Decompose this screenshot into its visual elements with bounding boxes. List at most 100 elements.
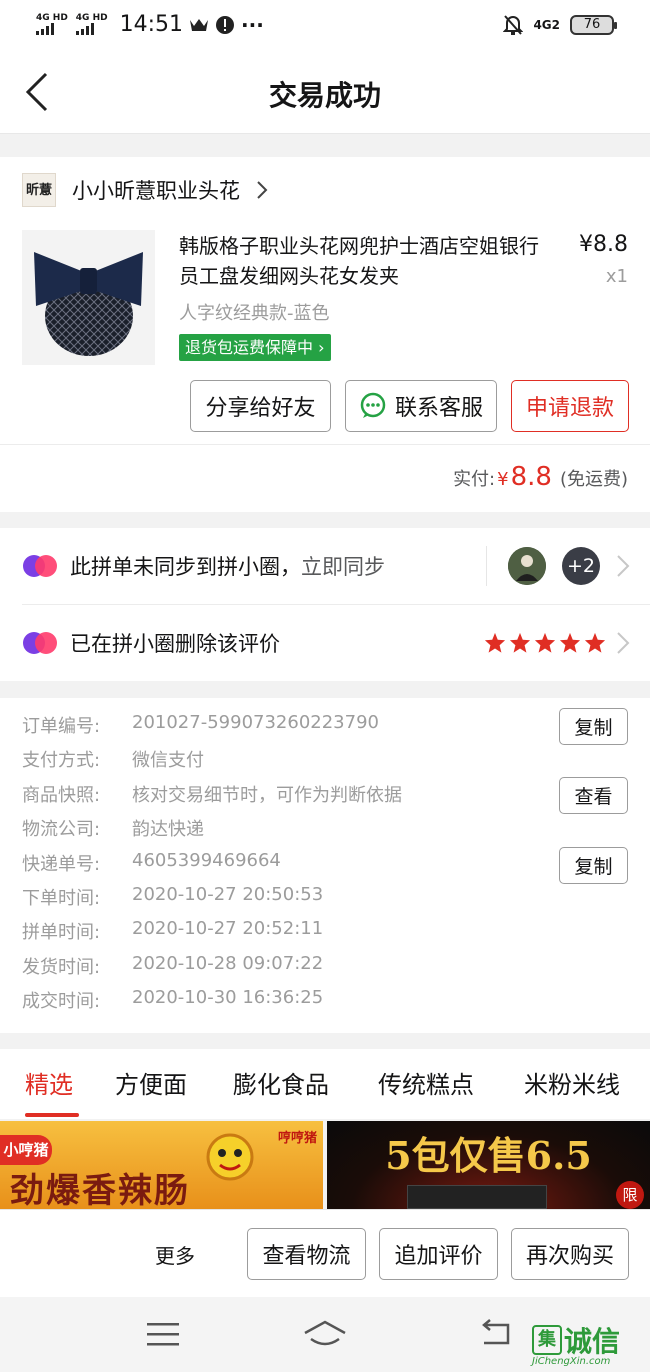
divider	[0, 444, 650, 445]
clock: 14:51	[119, 12, 183, 37]
order-info-value: 韵达快递	[132, 819, 204, 840]
pxq-review-text: 已在拼小圈删除该评价	[70, 632, 280, 656]
tab-pastries[interactable]: 传统糕点	[378, 1065, 474, 1100]
rating-stars	[484, 632, 606, 654]
add-review-button[interactable]: 追加评价	[379, 1228, 498, 1280]
banner-corner-text: 哼哼猪	[277, 1131, 317, 1146]
tab-indicator	[25, 1113, 79, 1117]
watermark-box: 集	[532, 1325, 562, 1355]
copy-tracking-number-button[interactable]: 复制	[559, 847, 628, 884]
order-info-row: 成交时间: 2020-10-30 16:36:25	[22, 987, 323, 1013]
pxq-sync-text: 此拼单未同步到拼小圈，	[70, 555, 301, 579]
tab-featured[interactable]: 精选	[25, 1065, 73, 1100]
home-icon[interactable]	[303, 1319, 347, 1349]
order-info-row: 支付方式: 微信支付	[22, 746, 204, 772]
avatar	[508, 547, 546, 585]
menu-icon[interactable]	[147, 1321, 179, 1347]
watermark-url: JiChengXin.com	[532, 1356, 611, 1367]
star-icon	[534, 632, 556, 653]
order-info-value: 2020-10-28 09:07:22	[132, 953, 324, 974]
order-info-value: 核对交易细节时，可作为判断依据	[132, 785, 402, 806]
paid-amount: 实付: ¥ 8.8 (免运费)	[453, 462, 628, 492]
tab-instant-noodles[interactable]: 方便面	[115, 1065, 187, 1100]
back-nav-icon[interactable]	[480, 1319, 512, 1347]
watermark: 集 诚信 JiChengXin.com	[532, 1320, 644, 1368]
product-quantity: x1	[605, 266, 628, 287]
order-info-label: 成交时间:	[22, 991, 101, 1012]
order-info-value: 201027-599073260223790	[132, 712, 379, 733]
sync-now-link[interactable]: 立即同步	[301, 555, 385, 579]
nav-bar: 交易成功	[0, 52, 650, 134]
watermark-logo: 集 诚信	[532, 1320, 620, 1360]
guarantee-badge[interactable]: 退货包运费保障中 ›	[179, 334, 331, 361]
copy-order-number-button[interactable]: 复制	[559, 708, 628, 745]
order-info-label: 订单编号:	[22, 716, 101, 737]
bottom-action-bar: 更多 查看物流 追加评价 再次购买	[0, 1209, 650, 1297]
battery-level: 76	[583, 17, 601, 32]
product-banner-left[interactable]: 小哼猪 劲爆香辣肠 哼哼猪	[0, 1121, 323, 1209]
order-info-label: 商品快照:	[22, 785, 101, 806]
product-name[interactable]: 韩版格子职业头花网兜护士酒店空姐银行员工盘发细网头花女发夹	[179, 231, 549, 291]
pxq-logo-icon	[23, 555, 57, 577]
order-info-row: 快递单号: 4605399469664	[22, 850, 281, 876]
guarantee-label: 退货包运费保障中	[185, 338, 314, 357]
paid-currency: ¥	[497, 469, 509, 490]
order-info-value: 4605399469664	[132, 850, 281, 871]
chevron-right-icon	[617, 555, 630, 577]
pxq-review-row[interactable]: 已在拼小圈删除该评价	[0, 605, 650, 681]
order-card: 昕薏 小小昕薏职业头花 韩版格子职业头花网兜护士酒店空姐银行员工盘发细网头花女发…	[0, 157, 650, 512]
mascot-icon	[206, 1133, 254, 1181]
avatar-more: +2	[562, 547, 600, 585]
pxq-logo-icon	[23, 632, 57, 654]
order-info-label: 支付方式:	[22, 750, 101, 771]
share-button[interactable]: 分享给好友	[190, 380, 331, 432]
star-icon	[484, 632, 506, 653]
banner-headline: 5包仅售6.5	[385, 1133, 592, 1178]
order-info-label: 拼单时间:	[22, 922, 101, 943]
refund-button[interactable]: 申请退款	[511, 380, 629, 432]
order-info-row: 物流公司: 韵达快递	[22, 815, 204, 841]
pxq-sync-row[interactable]: 此拼单未同步到拼小圈，立即同步 +2	[0, 528, 650, 604]
contact-service-label: 联系客服	[394, 396, 483, 421]
order-info-row: 发货时间: 2020-10-28 09:07:22	[22, 953, 323, 979]
order-info-row: 下单时间: 2020-10-27 20:50:53	[22, 884, 323, 910]
order-info-value: 微信支付	[132, 750, 204, 771]
more-notifications-icon: ···	[241, 12, 264, 37]
buy-again-button[interactable]: 再次购买	[511, 1228, 629, 1280]
battery-icon: 76	[570, 15, 617, 35]
tab-rice-noodles[interactable]: 米粉米线	[524, 1065, 620, 1100]
more-button[interactable]: 更多	[155, 1240, 195, 1269]
product-banner-right[interactable]: 5包仅售6.5 限	[327, 1121, 650, 1209]
star-icon	[509, 632, 531, 653]
brand-label: 小哼猪	[0, 1135, 52, 1165]
order-info-label: 发货时间:	[22, 957, 101, 978]
order-info-value: 2020-10-30 16:36:25	[132, 987, 324, 1008]
network-type: 4G HD	[36, 13, 68, 23]
mute-bell-icon	[503, 15, 524, 35]
chevron-right-icon	[617, 632, 630, 654]
paid-label: 实付:	[453, 469, 496, 490]
tab-puffed-food[interactable]: 膨化食品	[233, 1065, 329, 1100]
contact-service-button[interactable]: 联系客服	[345, 380, 497, 432]
shop-link[interactable]: 昕薏 小小昕薏职业头花	[22, 173, 268, 207]
watermark-text: 诚信	[564, 1325, 621, 1358]
product-image[interactable]	[22, 230, 155, 365]
order-info-row: 拼单时间: 2020-10-27 20:52:11	[22, 918, 323, 944]
page-title: 交易成功	[268, 79, 381, 112]
paid-value: 8.8	[510, 462, 552, 492]
network-indicator: 4G2	[533, 18, 560, 32]
order-info-label: 快递单号:	[22, 854, 101, 875]
view-snapshot-button[interactable]: 查看	[559, 777, 628, 814]
order-info-label: 物流公司:	[22, 819, 101, 840]
chevron-right-icon: ›	[318, 338, 325, 357]
status-bar: 4G HD 4G HD 14:51 ··· 4G2 76	[0, 0, 650, 52]
order-info-value: 2020-10-27 20:50:53	[132, 884, 324, 905]
chevron-right-icon	[257, 181, 268, 199]
order-info-row: 商品快照: 核对交易细节时，可作为判断依据	[22, 781, 402, 807]
view-logistics-button[interactable]: 查看物流	[247, 1228, 366, 1280]
shop-name: 小小昕薏职业头花	[72, 179, 240, 203]
network-type-2: 4G HD	[75, 13, 108, 23]
order-info-label: 下单时间:	[22, 888, 101, 909]
shipping-note: (免运费)	[559, 469, 628, 490]
star-icon	[584, 632, 606, 653]
